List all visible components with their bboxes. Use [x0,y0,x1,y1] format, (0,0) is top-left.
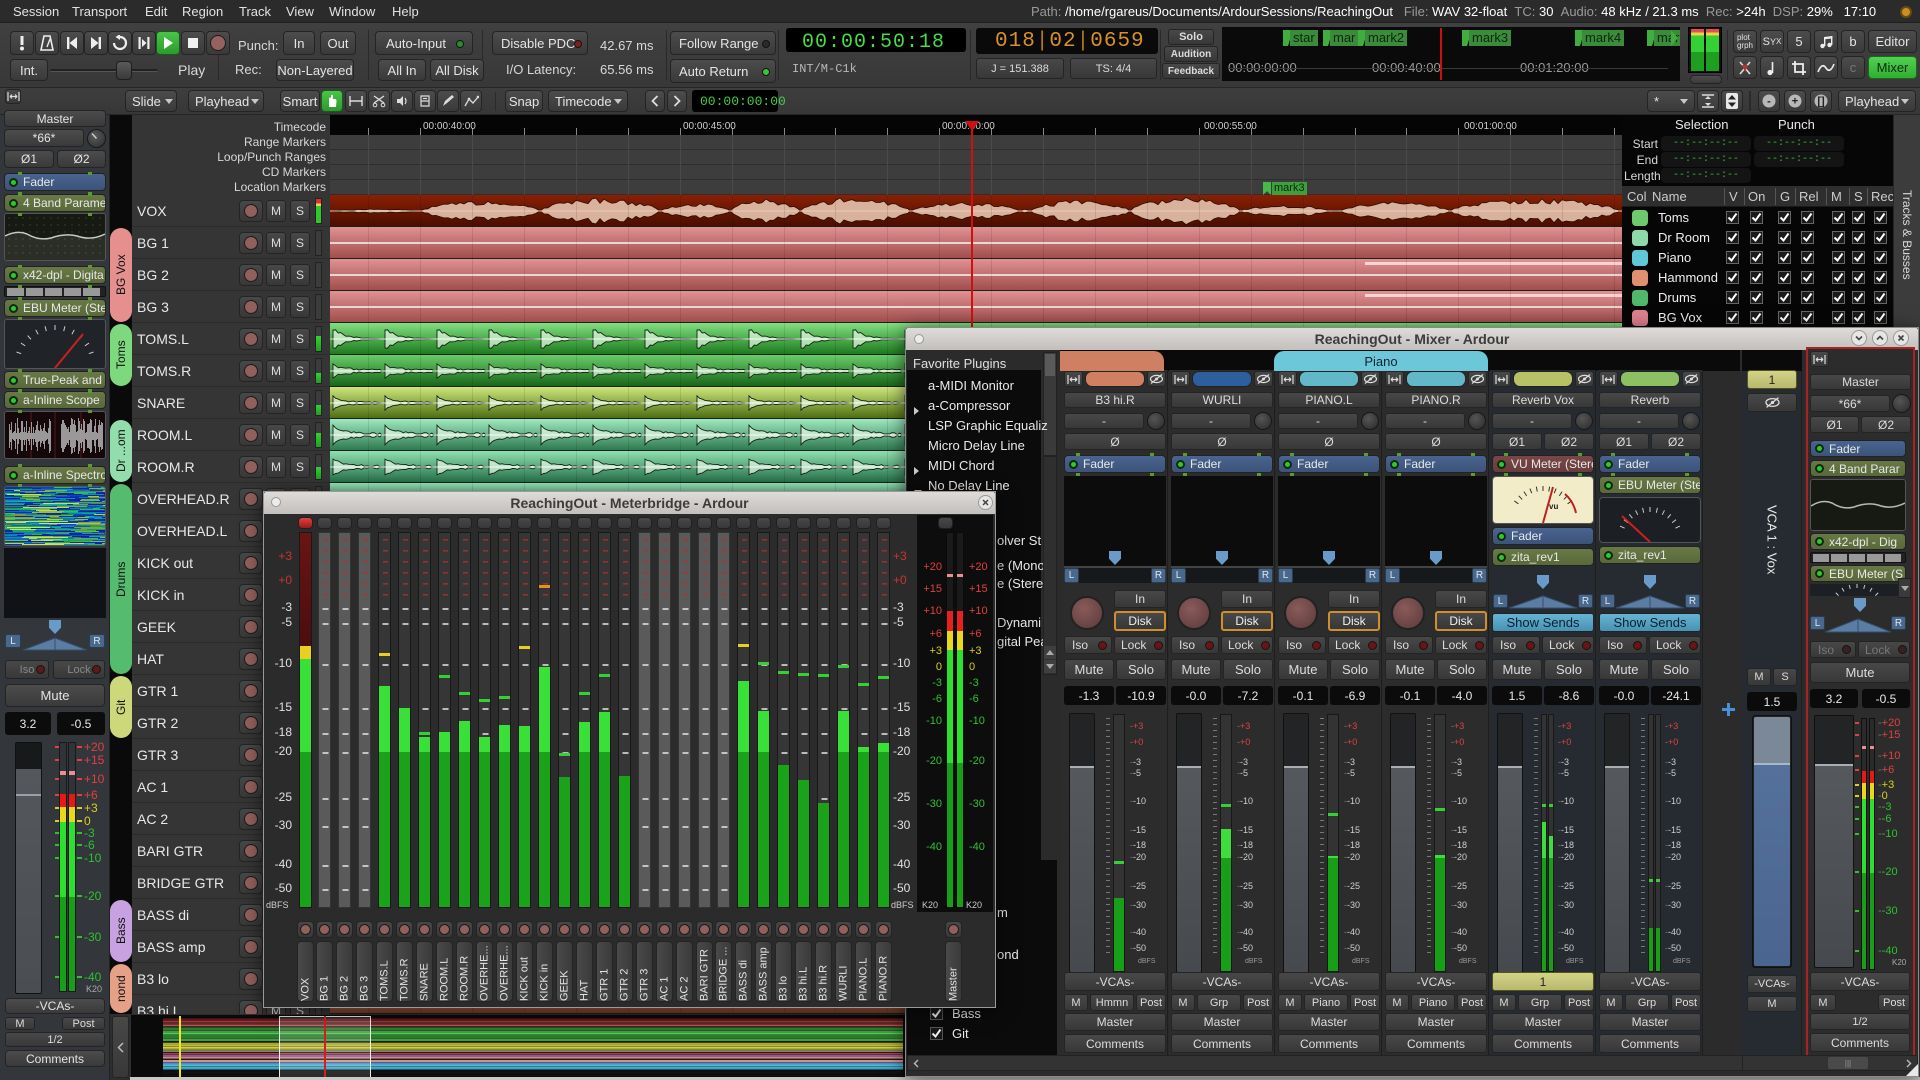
svg-text:vu: vu [1549,502,1558,511]
svg-text:[]: [] [1817,95,1825,107]
svg-text:-: - [1767,95,1771,107]
svg-text:+: + [1791,95,1797,107]
